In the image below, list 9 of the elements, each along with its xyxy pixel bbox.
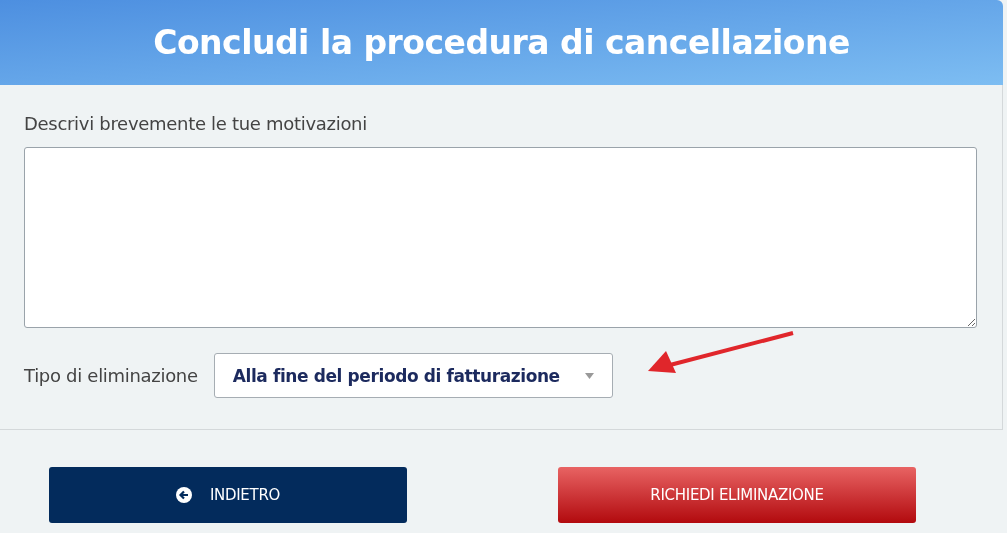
field-label: Tipo di eliminazione xyxy=(24,365,198,386)
field-label: Descrivi brevemente le tue motivazioni xyxy=(24,113,368,134)
back-arrow-icon xyxy=(175,487,192,503)
back-button[interactable]: INDIETRO xyxy=(49,467,407,523)
request-deletion-button[interactable]: RICHIEDI ELIMINAZIONE xyxy=(558,467,916,523)
dialog-title: Concludi la procedura di cancellazione xyxy=(153,23,850,62)
caret-icon xyxy=(584,372,594,379)
reason-field[interactable] xyxy=(24,147,977,328)
deletion-type-dropdown[interactable]: Alla fine del periodo di fatturazione xyxy=(213,353,613,398)
